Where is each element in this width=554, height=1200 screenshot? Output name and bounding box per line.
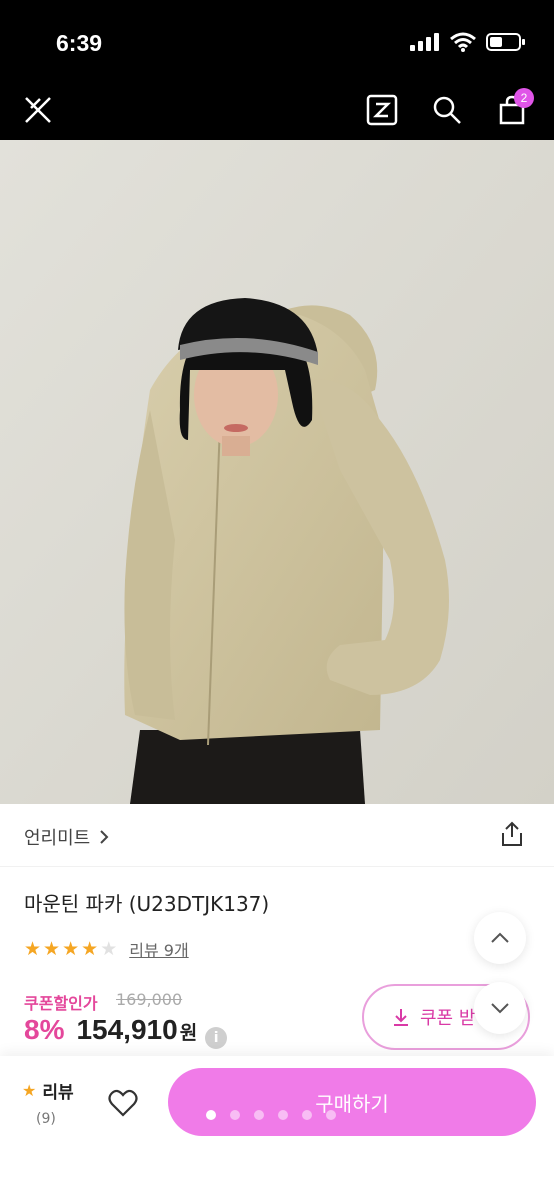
brand-name: 언리미트 <box>24 828 91 849</box>
review-title: ★ 리뷰 <box>22 1078 74 1103</box>
divider <box>0 866 554 867</box>
star-icon: ★ <box>43 937 61 960</box>
star-icon: ★ <box>24 937 42 960</box>
brand-link[interactable]: 언리미트 <box>24 824 110 850</box>
status-bar: 6:39 <box>0 0 554 80</box>
star-icon: ★ <box>22 1081 37 1100</box>
zigzag-logo-icon <box>25 97 51 123</box>
search-icon <box>433 96 461 124</box>
wifi-icon <box>450 32 476 52</box>
product-name: 마운틴 파카 (U23DTJK137) <box>24 892 270 916</box>
product-image[interactable] <box>0 140 554 804</box>
chevron-down-icon <box>491 1003 509 1014</box>
chevron-up-icon <box>491 932 509 943</box>
pagination-dot[interactable] <box>302 1110 312 1120</box>
original-price: 169,000 <box>116 990 183 1009</box>
pagination-dot[interactable] <box>206 1110 216 1120</box>
share-button[interactable] <box>498 820 528 850</box>
star-icon: ★ <box>62 937 80 960</box>
sale-price: 154,910 <box>76 1014 178 1045</box>
bottom-purchase-bar: ★ 리뷰 (9) 구매하기 <box>0 1056 554 1200</box>
review-summary-button[interactable]: ★ 리뷰 (9) <box>22 1078 74 1127</box>
scroll-up-button[interactable] <box>474 912 526 964</box>
coupon-price-label: 쿠폰할인가 <box>24 994 98 1013</box>
pagination-dot[interactable] <box>230 1110 240 1120</box>
pagination-dot[interactable] <box>254 1110 264 1120</box>
wishlist-button[interactable] <box>104 1084 142 1122</box>
battery-icon <box>486 33 525 51</box>
image-pagination <box>206 1110 336 1120</box>
cart-count-badge: 2 <box>514 88 534 108</box>
download-icon <box>394 1009 408 1026</box>
price-row: 8% 154,910 원 i <box>24 1014 228 1049</box>
rating-row[interactable]: ★ ★ ★ ★ ★ 리뷰 9개 <box>24 937 189 961</box>
top-navigation: 2 <box>0 80 554 140</box>
pagination-dot[interactable] <box>326 1110 336 1120</box>
search-button[interactable] <box>427 90 467 130</box>
chevron-right-icon <box>100 830 109 844</box>
z-menu-button[interactable] <box>362 90 402 130</box>
product-info-section: 언리미트 마운틴 파카 (U23DTJK137) ★ ★ ★ ★ ★ 리뷰 9개… <box>0 804 554 1056</box>
star-empty-icon: ★ <box>100 937 118 960</box>
z-icon <box>366 94 398 126</box>
review-count: (9) <box>36 1111 56 1127</box>
review-label: 리뷰 <box>42 1083 74 1103</box>
discount-rate: 8% <box>24 1014 65 1045</box>
share-icon <box>502 821 522 846</box>
status-time: 6:39 <box>56 30 103 56</box>
pagination-dot[interactable] <box>278 1110 288 1120</box>
scroll-down-button[interactable] <box>474 982 526 1034</box>
coupon-button-label: 쿠폰 받 <box>420 1008 476 1029</box>
product-photo <box>0 140 554 804</box>
buy-button[interactable]: 구매하기 <box>168 1068 536 1136</box>
review-count-link[interactable]: 리뷰 9개 <box>129 937 188 961</box>
signal-icon <box>410 33 439 51</box>
currency-unit: 원 <box>179 1022 198 1044</box>
status-icons <box>410 32 526 52</box>
cart-button[interactable]: 2 <box>492 88 534 130</box>
heart-icon <box>108 1089 138 1117</box>
star-icon: ★ <box>81 937 99 960</box>
home-logo-button[interactable] <box>18 90 58 130</box>
price-info-icon[interactable]: i <box>205 1027 228 1049</box>
